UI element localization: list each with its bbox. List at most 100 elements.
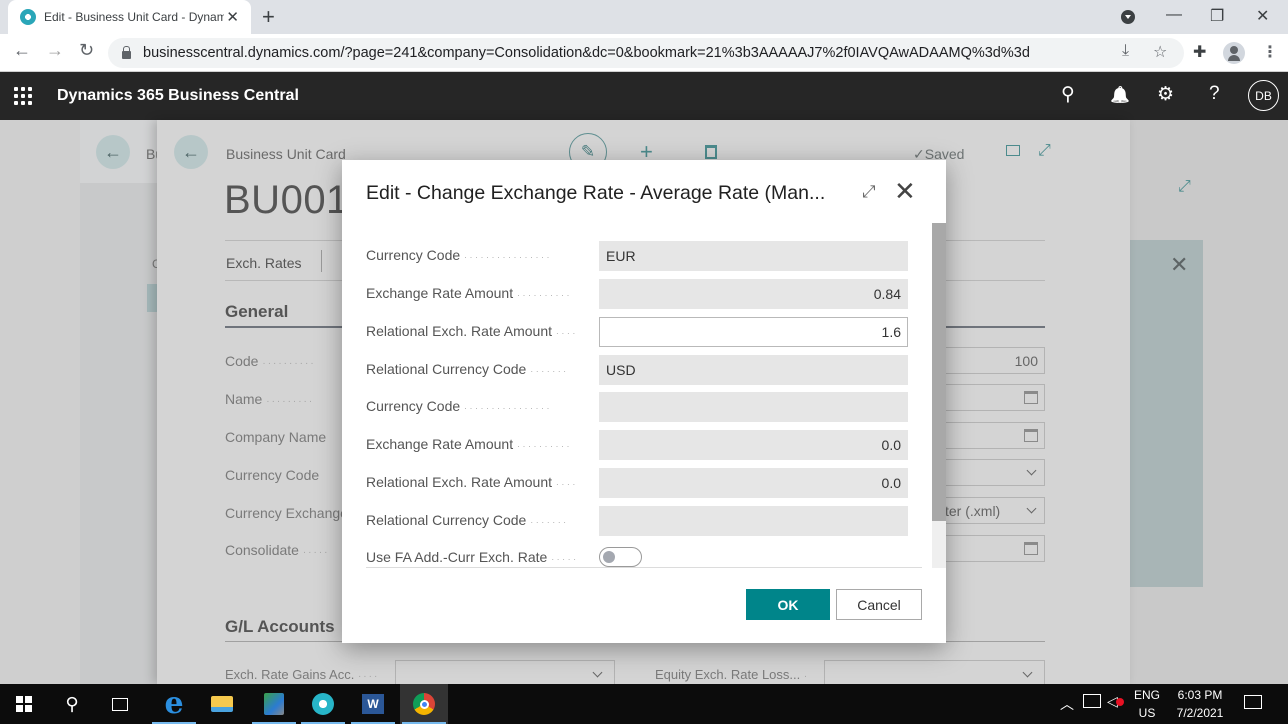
url-text: businesscentral.dynamics.com/?page=241&c… — [143, 45, 1030, 61]
field-label: Currency Code ················ — [366, 398, 552, 414]
tray-overflow-chevron-icon[interactable]: ︿ — [1060, 694, 1074, 714]
tab-close-icon[interactable]: ✕ — [226, 8, 239, 26]
general-section-header: General — [225, 302, 289, 321]
bg-date-field — [940, 384, 1045, 411]
clock-time[interactable]: 6:03 PM — [1170, 688, 1230, 702]
input-region[interactable]: US — [1133, 706, 1161, 720]
ok-button[interactable]: OK — [746, 589, 830, 620]
field-use-fa-add-curr-exch-rate: Use FA Add.-Curr Exch. Rate ····· — [366, 543, 908, 573]
field-label: Relational Currency Code ······· — [366, 361, 569, 377]
start-button[interactable] — [0, 684, 48, 724]
bg-code-field: 100 — [940, 347, 1045, 374]
field-label: Use FA Add.-Curr Exch. Rate ····· — [366, 549, 579, 565]
notifications-bell-icon[interactable]: 🔔 — [1110, 85, 1130, 105]
task-view-button[interactable] — [96, 684, 144, 724]
dialog-scrollbar-thumb[interactable] — [932, 223, 946, 521]
outer-page-tile — [147, 284, 157, 312]
settings-gear-icon[interactable]: ⚙ — [1157, 83, 1174, 106]
card-breadcrumb: Business Unit Card — [226, 146, 346, 162]
bg-field-label: Exch. Rate Gains Acc. ···· — [225, 667, 380, 682]
currency-code-input[interactable]: EUR — [599, 241, 908, 271]
action-center-icon[interactable] — [1244, 695, 1262, 709]
lock-icon — [122, 45, 131, 59]
restore-button[interactable]: ❐ — [1210, 6, 1224, 26]
field-relational-currency-code: Relational Currency Code ······· USD — [366, 355, 908, 385]
calendar-icon — [1024, 429, 1038, 442]
window-close-button[interactable]: ✕ — [1256, 6, 1269, 26]
dialog-expand-icon[interactable]: ⤢ — [862, 182, 876, 202]
volume-muted-icon[interactable]: ◁ — [1107, 693, 1124, 710]
field-currency-code-2: Currency Code ················ — [366, 392, 908, 422]
taskbar-word[interactable]: W — [349, 684, 397, 724]
field-relational-currency-code-2: Relational Currency Code ······· — [366, 506, 908, 536]
app-launcher-icon[interactable] — [14, 87, 32, 105]
browser-tab[interactable]: Edit - Business Unit Card - Dynamics 365… — [8, 0, 251, 34]
search-icon[interactable]: ⚲ — [1061, 83, 1075, 106]
profile-menu-icon[interactable] — [1121, 10, 1135, 24]
forward-button[interactable]: → — [46, 40, 64, 61]
calendar-icon — [1024, 391, 1038, 404]
relational-exch-rate-amount-input-2[interactable]: 0.0 — [599, 468, 908, 498]
exchange-rate-amount-input[interactable]: 0.84 — [599, 279, 908, 309]
business-central-favicon-icon — [20, 9, 36, 25]
taskbar-business-central[interactable] — [299, 684, 347, 724]
field-label: Currency Code ················ — [366, 247, 552, 263]
browser-menu-icon[interactable]: ⋮ — [1262, 42, 1278, 62]
taskbar-internet-explorer[interactable]: e — [150, 684, 198, 724]
taskbar-chrome[interactable] — [400, 684, 448, 724]
extensions-icon[interactable]: ✚ — [1193, 42, 1206, 62]
chrome-icon — [413, 693, 435, 715]
currency-code-input-2[interactable] — [599, 392, 908, 422]
clock-date[interactable]: 7/2/2021 — [1170, 706, 1230, 720]
bg-field-label: Consolidate ····· — [225, 542, 330, 558]
taskbar-search-button[interactable]: ⚲ — [48, 684, 96, 724]
field-relational-exch-rate-amount: Relational Exch. Rate Amount ···· 1.6 — [366, 317, 908, 347]
business-central-icon — [312, 693, 334, 715]
taskbar-file-explorer[interactable] — [198, 684, 246, 724]
action-exch-rates: Exch. Rates — [226, 255, 302, 271]
exchange-rate-amount-input-2[interactable]: 0.0 — [599, 430, 908, 460]
minimize-button[interactable]: — — [1166, 6, 1182, 24]
network-icon[interactable] — [1083, 694, 1101, 708]
factbox-close-icon: ✕ — [1170, 252, 1189, 277]
app-name: Dynamics 365 Business Central — [57, 87, 299, 104]
back-button[interactable]: ← — [13, 40, 31, 61]
factbox-expand-icon: ⤢ — [1178, 178, 1191, 195]
calendar-icon — [1024, 542, 1038, 555]
user-avatar[interactable]: DB — [1248, 80, 1279, 111]
taskbar-server-manager[interactable] — [250, 684, 298, 724]
dialog-close-icon[interactable]: ✕ — [894, 176, 916, 207]
bookmark-star-icon[interactable]: ☆ — [1153, 42, 1167, 62]
chevron-down-icon — [1022, 667, 1033, 677]
card-expand-icon: ⤢ — [1038, 142, 1051, 159]
relational-currency-code-input-2[interactable] — [599, 506, 908, 536]
relational-exch-rate-amount-input[interactable]: 1.6 — [599, 317, 908, 347]
change-exchange-rate-dialog: Edit - Change Exchange Rate - Average Ra… — [342, 160, 946, 643]
relational-currency-code-input[interactable]: USD — [599, 355, 908, 385]
address-bar[interactable]: businesscentral.dynamics.com/?page=241&c… — [108, 38, 1184, 68]
help-icon[interactable]: ? — [1209, 83, 1220, 105]
bg-field-label: Name ········· — [225, 391, 315, 407]
input-language[interactable]: ENG — [1133, 688, 1161, 702]
use-fa-add-curr-exch-rate-toggle[interactable] — [599, 547, 642, 567]
dialog-title: Edit - Change Exchange Rate - Average Ra… — [366, 182, 826, 204]
field-label: Relational Currency Code ······· — [366, 512, 569, 528]
word-icon: W — [362, 694, 384, 714]
field-exchange-rate-amount: Exchange Rate Amount ·········· 0.84 — [366, 279, 908, 309]
chevron-down-icon — [592, 667, 603, 677]
browser-tab-strip: Edit - Business Unit Card - Dynamics 365… — [0, 0, 1288, 34]
browser-toolbar: ← → ↻ businesscentral.dynamics.com/?page… — [0, 34, 1288, 72]
bg-field-label: Currency Exchange — [225, 505, 348, 521]
cancel-button[interactable]: Cancel — [836, 589, 922, 620]
chrome-profile-avatar[interactable] — [1223, 42, 1245, 64]
delete-trash-icon — [705, 145, 717, 159]
outer-back-button: ← — [96, 135, 130, 169]
install-app-icon[interactable]: ⤓ — [1122, 42, 1129, 60]
new-tab-button[interactable]: + — [262, 4, 275, 30]
reload-button[interactable]: ↻ — [79, 40, 94, 61]
field-exchange-rate-amount-2: Exchange Rate Amount ·········· 0.0 — [366, 430, 908, 460]
card-heading: BU001 — [224, 178, 349, 222]
gl-accounts-section-header: G/L Accounts — [225, 617, 335, 636]
card-back-button: ← — [174, 135, 208, 169]
windows-taskbar: ⚲ e W ︿ ◁ ENG US 6:03 PM 7/2/2021 — [0, 684, 1288, 724]
